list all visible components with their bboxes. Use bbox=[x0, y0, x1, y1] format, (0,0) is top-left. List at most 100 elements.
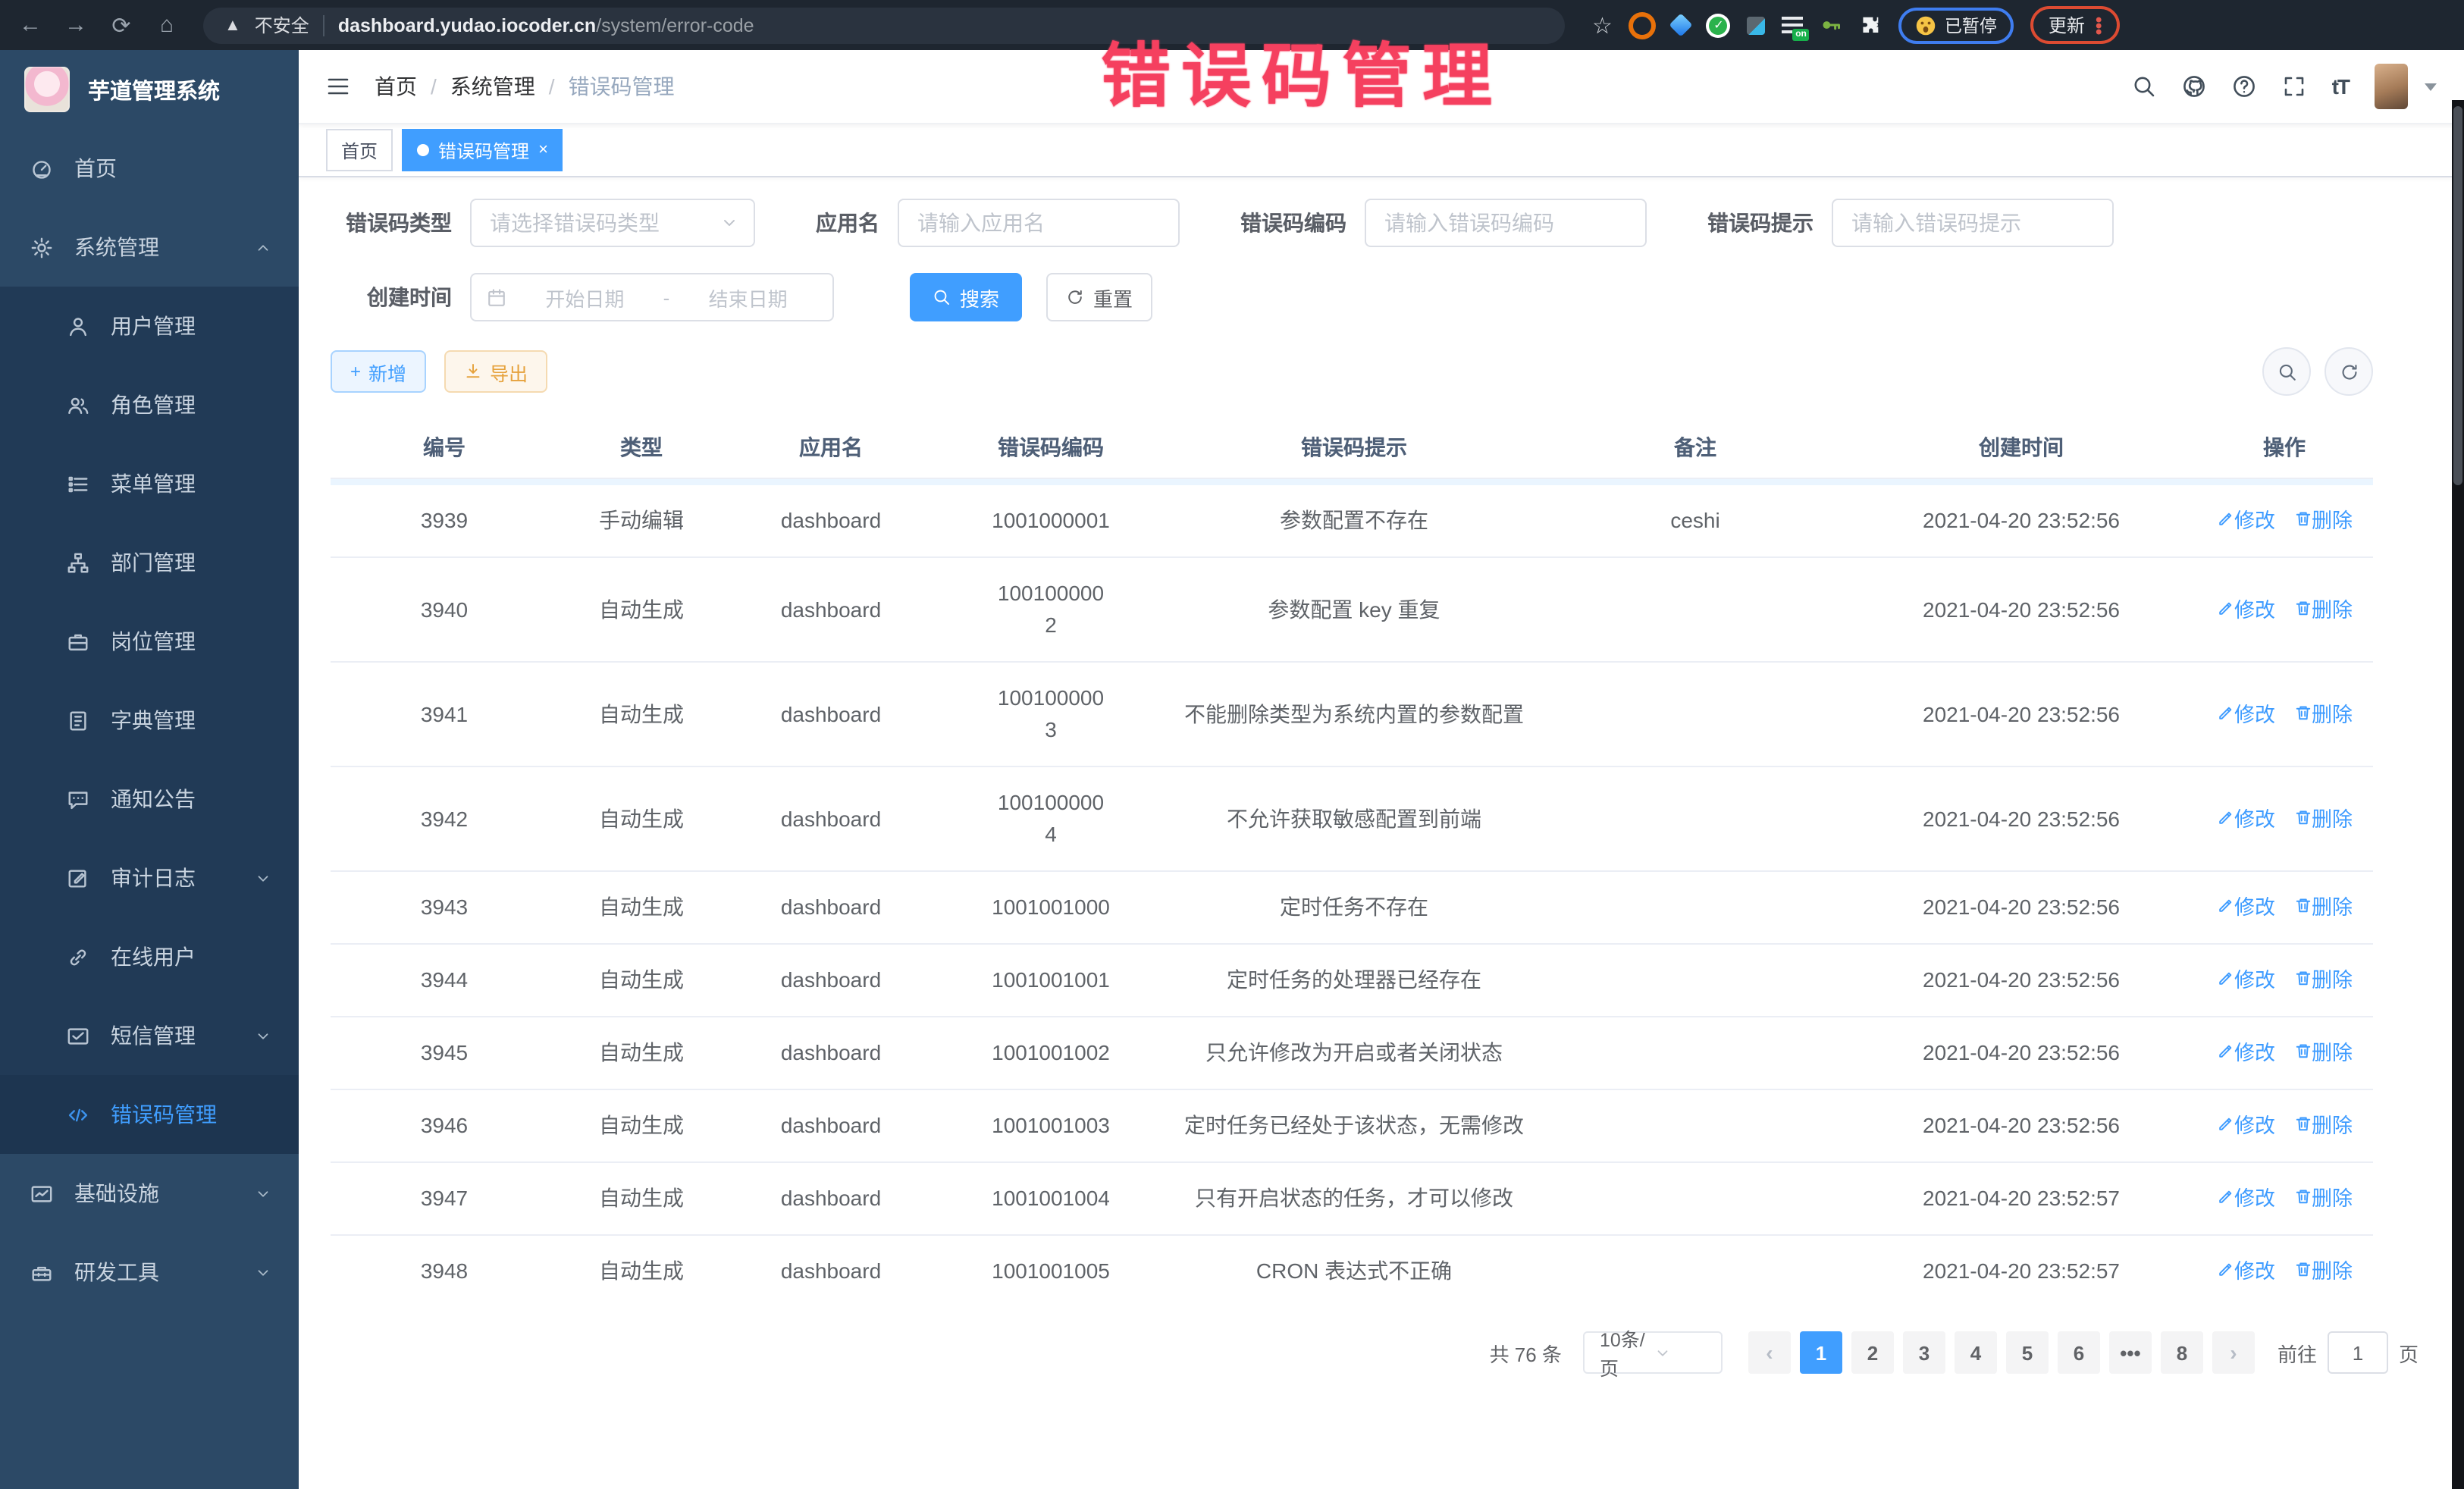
forward-icon[interactable]: → bbox=[61, 12, 91, 38]
extension-grid-icon[interactable] bbox=[1748, 16, 1766, 34]
delete-link[interactable]: 删除 bbox=[2293, 1114, 2353, 1137]
chevron-down-icon bbox=[255, 1185, 271, 1202]
edit-link[interactable]: 修改 bbox=[2216, 1114, 2275, 1137]
export-button[interactable]: 导出 bbox=[444, 350, 547, 393]
edit-link[interactable]: 修改 bbox=[2216, 807, 2275, 830]
delete-link[interactable]: 删除 bbox=[2293, 969, 2353, 992]
sidebar-item-notice[interactable]: 通知公告 bbox=[0, 760, 299, 839]
page-button-3[interactable]: 3 bbox=[1903, 1331, 1945, 1374]
delete-link[interactable]: 删除 bbox=[2293, 1042, 2353, 1064]
page-button-1[interactable]: 1 bbox=[1800, 1331, 1842, 1374]
delete-link[interactable]: 删除 bbox=[2293, 509, 2353, 532]
sidebar-item-home[interactable]: 首页 bbox=[0, 129, 299, 208]
trash-icon bbox=[2293, 969, 2312, 987]
search-icon[interactable] bbox=[2132, 74, 2156, 99]
sidebar-item-post[interactable]: 岗位管理 bbox=[0, 602, 299, 681]
edit-link[interactable]: 修改 bbox=[2216, 896, 2275, 919]
sidebar-item-dict[interactable]: 字典管理 bbox=[0, 681, 299, 760]
font-size-icon[interactable]: tT bbox=[2332, 74, 2349, 99]
add-button[interactable]: + 新增 bbox=[331, 350, 426, 393]
tree-icon bbox=[67, 551, 89, 574]
filter-input-3[interactable] bbox=[1832, 199, 2114, 247]
sidebar-item-audit-log[interactable]: 审计日志 bbox=[0, 839, 299, 917]
user-avatar[interactable] bbox=[2375, 64, 2408, 109]
scrollbar-thumb[interactable] bbox=[2453, 106, 2462, 485]
cell-app: dashboard bbox=[725, 1235, 937, 1307]
sidebar-item-role[interactable]: 角色管理 bbox=[0, 365, 299, 444]
extension-check-icon[interactable]: ✓ bbox=[1707, 13, 1731, 37]
edit-link[interactable]: 修改 bbox=[2216, 1260, 2275, 1283]
edit-link[interactable]: 修改 bbox=[2216, 598, 2275, 621]
help-icon[interactable] bbox=[2232, 74, 2256, 99]
sidebar-item-error-code[interactable]: 错误码管理 bbox=[0, 1075, 299, 1154]
page-size-select[interactable]: 10条/页 bbox=[1583, 1331, 1723, 1374]
delete-link[interactable]: 删除 bbox=[2293, 598, 2353, 621]
sidebar-logo-row[interactable]: 芋道管理系统 bbox=[0, 50, 299, 129]
address-bar[interactable]: ▲ 不安全 dashboard.yudao.iocoder.cn/system/… bbox=[203, 7, 1565, 43]
page-button-5[interactable]: 5 bbox=[2006, 1331, 2049, 1374]
goto-page-input[interactable] bbox=[2328, 1331, 2388, 1374]
chevron-down-icon bbox=[255, 870, 271, 886]
extension-gem-icon[interactable] bbox=[1673, 17, 1690, 33]
close-tab-icon[interactable]: × bbox=[538, 142, 548, 158]
delete-link[interactable]: 删除 bbox=[2293, 703, 2353, 726]
tab-错误码管理[interactable]: 错误码管理× bbox=[402, 129, 563, 171]
tab-首页[interactable]: 首页 bbox=[326, 129, 393, 171]
trash-icon bbox=[2293, 807, 2312, 826]
breadcrumb-home[interactable]: 首页 bbox=[375, 71, 417, 102]
date-range-picker[interactable]: 开始日期 - 结束日期 bbox=[470, 273, 834, 321]
trash-icon bbox=[2293, 509, 2312, 528]
page-button-2[interactable]: 2 bbox=[1851, 1331, 1894, 1374]
page-button-8[interactable]: 8 bbox=[2161, 1331, 2203, 1374]
breadcrumb-system[interactable]: 系统管理 bbox=[450, 71, 535, 102]
refresh-table-button[interactable] bbox=[2324, 347, 2373, 396]
edit-link[interactable]: 修改 bbox=[2216, 1042, 2275, 1064]
sidebar-collapse-icon[interactable] bbox=[326, 74, 350, 99]
sidebar-item-menu[interactable]: 菜单管理 bbox=[0, 444, 299, 523]
filter-input-2[interactable] bbox=[1365, 199, 1647, 247]
browser-update-button[interactable]: 更新 ••• bbox=[2030, 6, 2120, 44]
table-row: 3943自动生成dashboard1001001000定时任务不存在2021-0… bbox=[331, 871, 2373, 944]
profile-paused-badge[interactable]: 已暂停 bbox=[1899, 7, 2014, 43]
edit-link[interactable]: 修改 bbox=[2216, 509, 2275, 532]
delete-link[interactable]: 删除 bbox=[2293, 896, 2353, 919]
filter-input-1[interactable] bbox=[898, 199, 1180, 247]
reload-icon[interactable]: ⟳ bbox=[106, 11, 136, 39]
browser-menu-icon[interactable]: ••• bbox=[2096, 16, 2102, 34]
prev-page-button[interactable]: ‹ bbox=[1748, 1331, 1791, 1374]
delete-link[interactable]: 删除 bbox=[2293, 807, 2353, 830]
back-icon[interactable]: ← bbox=[15, 12, 45, 38]
search-toggle-button[interactable] bbox=[2262, 347, 2311, 396]
sidebar-item-sms[interactable]: 短信管理 bbox=[0, 996, 299, 1075]
edit-link[interactable]: 修改 bbox=[2216, 703, 2275, 726]
sidebar-item-dev-tool[interactable]: 研发工具 bbox=[0, 1233, 299, 1312]
reset-button[interactable]: 重置 bbox=[1046, 273, 1152, 321]
error-code-type-select[interactable]: 请选择错误码类型 bbox=[470, 199, 755, 247]
bookmark-star-icon[interactable]: ☆ bbox=[1592, 11, 1613, 39]
sidebar-item-infra[interactable]: 基础设施 bbox=[0, 1154, 299, 1233]
edit-link[interactable]: 修改 bbox=[2216, 969, 2275, 992]
search-button[interactable]: 搜索 bbox=[910, 273, 1022, 321]
github-icon[interactable] bbox=[2182, 74, 2206, 99]
cell-hint: CRON 表达式不正确 bbox=[1165, 1235, 1544, 1307]
sidebar-item-dept[interactable]: 部门管理 bbox=[0, 523, 299, 602]
sidebar-item-online-user[interactable]: 在线用户 bbox=[0, 917, 299, 996]
delete-link[interactable]: 删除 bbox=[2293, 1260, 2353, 1283]
home-icon[interactable]: ⌂ bbox=[152, 12, 182, 38]
next-page-button[interactable]: › bbox=[2212, 1331, 2255, 1374]
cell-app: dashboard bbox=[725, 557, 937, 662]
page-button-6[interactable]: 6 bbox=[2058, 1331, 2100, 1374]
page-button-4[interactable]: 4 bbox=[1955, 1331, 1997, 1374]
extension-list-icon[interactable]: on bbox=[1782, 17, 1804, 33]
fullscreen-icon[interactable] bbox=[2282, 74, 2306, 99]
page-scrollbar[interactable] bbox=[2452, 100, 2464, 1489]
avatar-caret-down-icon[interactable] bbox=[2425, 83, 2437, 90]
pager-ellipsis[interactable]: ••• bbox=[2109, 1331, 2152, 1374]
extension-key-icon[interactable] bbox=[1820, 14, 1843, 36]
sidebar-item-user[interactable]: 用户管理 bbox=[0, 287, 299, 365]
sidebar-item-system[interactable]: 系统管理 bbox=[0, 208, 299, 287]
extension-orange-icon[interactable] bbox=[1629, 11, 1657, 39]
delete-link[interactable]: 删除 bbox=[2293, 1187, 2353, 1210]
extension-puzzle-icon[interactable] bbox=[1860, 14, 1882, 36]
edit-link[interactable]: 修改 bbox=[2216, 1187, 2275, 1210]
